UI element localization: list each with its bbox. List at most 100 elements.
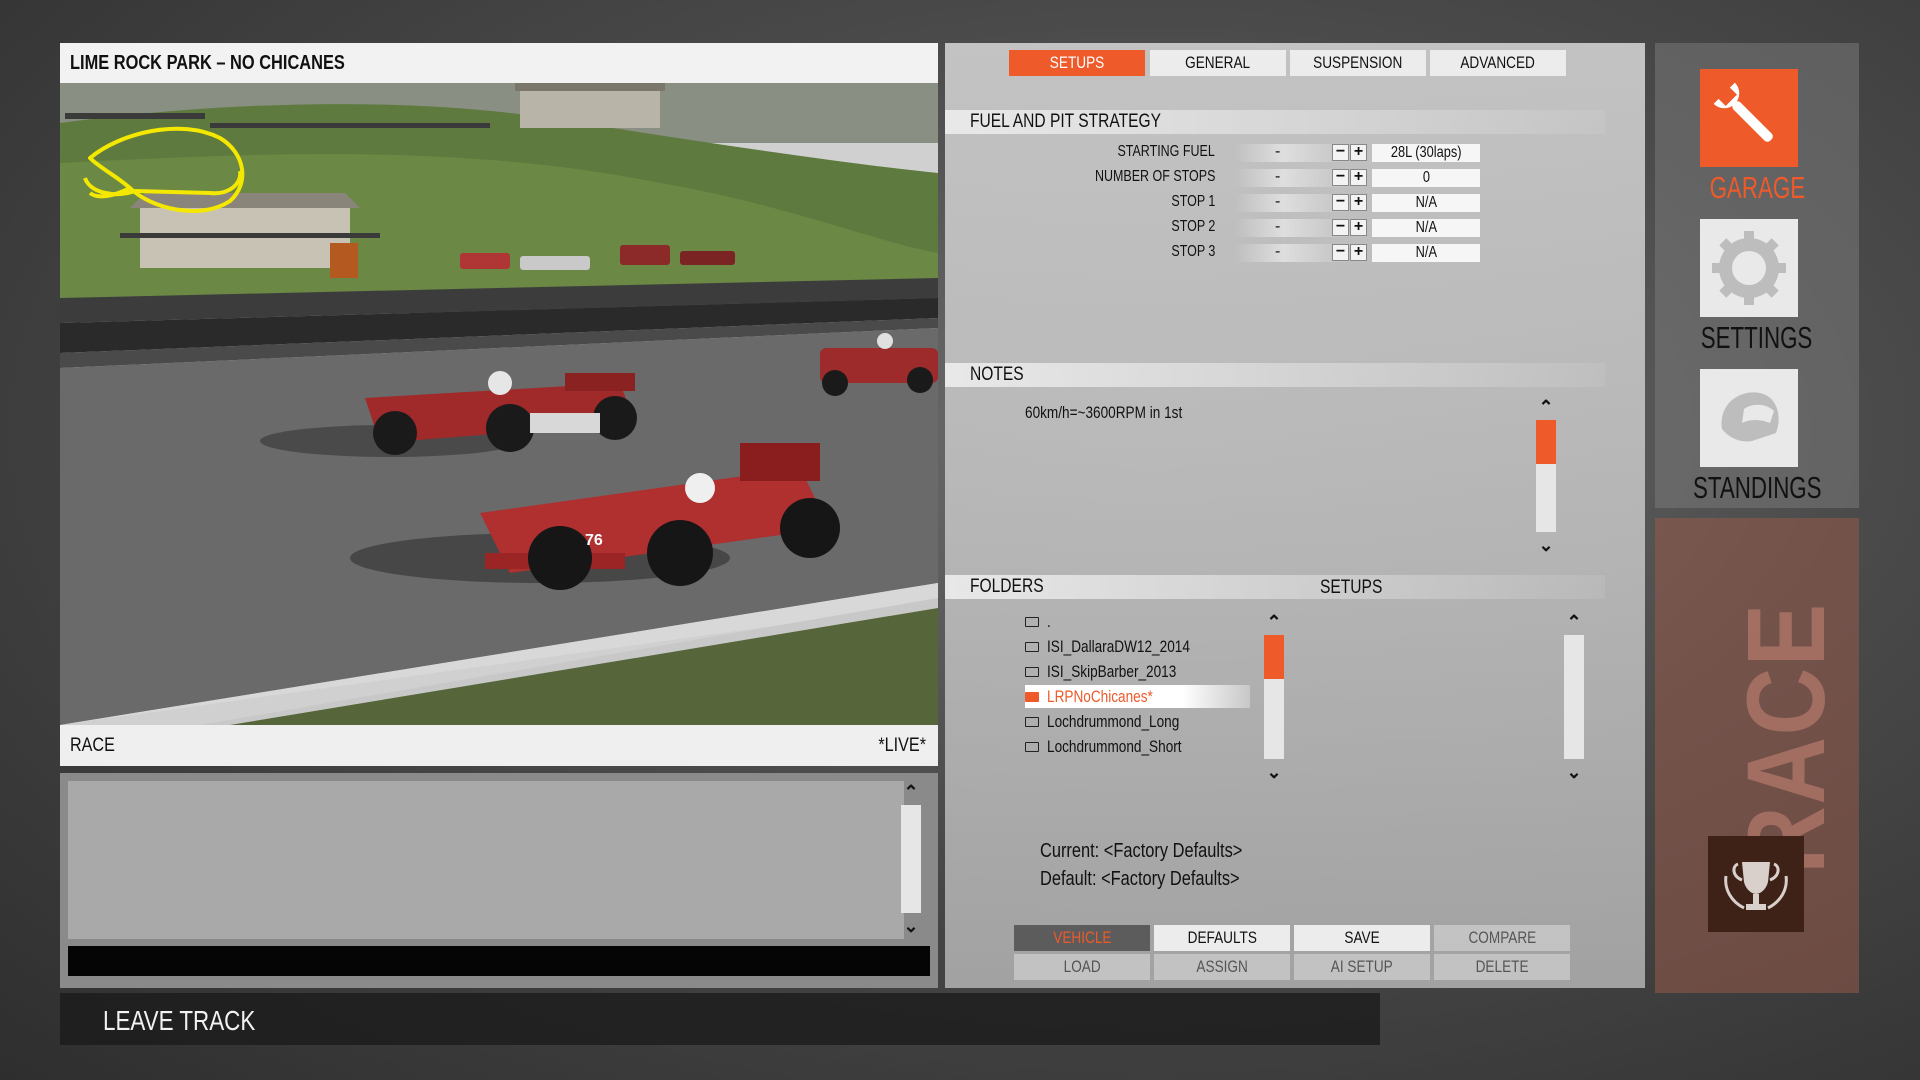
setups-heading: SETUPS [1320, 577, 1383, 598]
vehicle-button[interactable]: VEHICLE [1014, 925, 1150, 951]
scroll-down-icon[interactable]: ⌄ [1535, 536, 1557, 554]
fuel-row-value: N/A [1372, 219, 1480, 237]
fuel-row-value: 0 [1372, 169, 1480, 187]
minus-icon[interactable]: − [1332, 169, 1349, 186]
current-setup: Current: <Factory Defaults> [1040, 840, 1243, 862]
session-name: RACE [70, 735, 115, 756]
tab-setups[interactable]: SETUPS [1009, 50, 1145, 76]
session-status: *LIVE* [878, 735, 926, 756]
track-title: LIME ROCK PARK – NO CHICANES [70, 52, 345, 74]
chat-log [68, 781, 904, 939]
load-button[interactable]: LOAD [1014, 954, 1150, 980]
compare-button[interactable]: COMPARE [1434, 925, 1570, 951]
minus-icon[interactable]: − [1332, 219, 1349, 236]
footer-bar: LEAVE TRACK [60, 993, 1380, 1045]
folder-item[interactable]: Lochdrummond_Long [1025, 710, 1250, 733]
trophy-icon [1724, 862, 1788, 910]
folder-item[interactable]: ISI_SkipBarber_2013 [1025, 660, 1250, 683]
chat-scrollbar[interactable]: ⌃ ⌄ [900, 783, 930, 935]
folder-icon [1025, 616, 1039, 627]
tab-advanced[interactable]: ADVANCED [1430, 50, 1566, 76]
fuel-row-label: STOP 3 [1171, 243, 1215, 260]
save-button[interactable]: SAVE [1294, 925, 1430, 951]
scrollbar-thumb[interactable] [1536, 420, 1556, 464]
scroll-down-icon[interactable]: ⌄ [1263, 763, 1285, 781]
scroll-up-icon[interactable]: ⌃ [1535, 398, 1557, 416]
tab-general[interactable]: GENERAL [1150, 50, 1286, 76]
setups-scrollbar[interactable]: ⌃ ⌄ [1563, 613, 1585, 783]
plus-icon[interactable]: + [1350, 169, 1367, 186]
plus-icon[interactable]: + [1350, 194, 1367, 211]
folders-heading: FOLDERS [945, 575, 1605, 599]
wrench-icon [1713, 82, 1773, 142]
helmet-icon [1721, 392, 1779, 442]
notes-text[interactable]: 60km/h=~3600RPM in 1st [1025, 403, 1182, 423]
race-scene-image: 76 [60, 83, 938, 725]
scroll-down-icon[interactable]: ⌄ [900, 917, 922, 935]
fuel-row-starting-fuel: STARTING FUEL - − + 28L (30laps) [945, 143, 1645, 163]
standings-label[interactable]: STANDINGS [1655, 470, 1859, 506]
garage-label[interactable]: GARAGE [1655, 170, 1859, 206]
session-bar: RACE *LIVE* [60, 725, 938, 766]
scrollbar-thumb[interactable] [1264, 635, 1284, 679]
plus-icon[interactable]: + [1350, 244, 1367, 261]
settings-label[interactable]: SETTINGS [1655, 320, 1859, 356]
assign-button[interactable]: ASSIGN [1154, 954, 1290, 980]
minus-icon[interactable]: − [1332, 144, 1349, 161]
main-nav: GARAGE SETTINGS STANDINGS [1655, 43, 1859, 508]
minus-icon[interactable]: − [1332, 194, 1349, 211]
chat-input[interactable] [68, 946, 930, 976]
fuel-row-stop-1: STOP 1 - − + N/A [945, 193, 1645, 213]
scroll-up-icon[interactable]: ⌃ [900, 783, 922, 801]
fuel-row-value: N/A [1372, 194, 1480, 212]
folder-item[interactable]: . [1025, 610, 1250, 633]
fuel-row-value: N/A [1372, 244, 1480, 262]
minus-icon[interactable]: − [1332, 244, 1349, 261]
folders-scrollbar[interactable]: ⌃ ⌄ [1263, 613, 1285, 783]
fuel-row-number-of-stops: NUMBER OF STOPS - − + 0 [945, 168, 1645, 188]
trophy-button[interactable] [1708, 836, 1804, 932]
scroll-down-icon[interactable]: ⌄ [1563, 763, 1585, 781]
fuel-strategy-heading: FUEL AND PIT STRATEGY [945, 110, 1605, 134]
folder-item[interactable]: Lochdrummond_Short [1025, 735, 1250, 758]
fuel-row-dash: - [1275, 218, 1281, 235]
ai-setup-button[interactable]: AI SETUP [1294, 954, 1430, 980]
default-setup: Default: <Factory Defaults> [1040, 868, 1240, 890]
fuel-row-dash: - [1275, 143, 1281, 160]
fuel-row-label: STOP 2 [1171, 218, 1215, 235]
scrollbar-rail[interactable] [1564, 635, 1584, 759]
notes-heading: NOTES [945, 363, 1605, 387]
garage-nav-button[interactable] [1700, 69, 1798, 167]
fuel-row-stop-3: STOP 3 - − + N/A [945, 243, 1645, 263]
svg-text:76: 76 [585, 532, 603, 549]
track-view-panel: LIME ROCK PARK – NO CHICANES 76 RACE *LI… [60, 43, 938, 766]
scroll-up-icon[interactable]: ⌃ [1263, 613, 1285, 631]
race-nav-button[interactable]: RACE [1655, 518, 1859, 993]
fuel-row-stop-2: STOP 2 - − + N/A [945, 218, 1645, 238]
defaults-button[interactable]: DEFAULTS [1154, 925, 1290, 951]
scrollbar-rail[interactable] [901, 805, 921, 913]
gear-icon [1712, 231, 1786, 305]
leave-track-button[interactable]: LEAVE TRACK [103, 1005, 255, 1037]
track-header: LIME ROCK PARK – NO CHICANES [60, 43, 938, 83]
fuel-row-dash: - [1275, 168, 1281, 185]
fuel-row-value: 28L (30laps) [1372, 144, 1480, 162]
notes-scrollbar[interactable]: ⌃ ⌄ [1535, 398, 1557, 558]
delete-button[interactable]: DELETE [1434, 954, 1570, 980]
settings-nav-button[interactable] [1700, 219, 1798, 317]
fuel-row-dash: - [1275, 243, 1281, 260]
folder-icon [1025, 641, 1039, 652]
fuel-row-label: STARTING FUEL [1117, 143, 1215, 160]
folder-item-selected[interactable]: LRPNoChicanes* [1025, 685, 1250, 708]
fuel-row-label: NUMBER OF STOPS [1094, 168, 1215, 185]
folder-icon [1025, 666, 1039, 677]
tab-suspension[interactable]: SUSPENSION [1290, 50, 1426, 76]
scroll-up-icon[interactable]: ⌃ [1563, 613, 1585, 631]
plus-icon[interactable]: + [1350, 219, 1367, 236]
folder-icon [1025, 741, 1039, 752]
standings-nav-button[interactable] [1700, 369, 1798, 467]
fuel-row-dash: - [1275, 193, 1281, 210]
plus-icon[interactable]: + [1350, 144, 1367, 161]
folder-open-icon [1025, 691, 1039, 702]
folder-item[interactable]: ISI_DallaraDW12_2014 [1025, 635, 1250, 658]
